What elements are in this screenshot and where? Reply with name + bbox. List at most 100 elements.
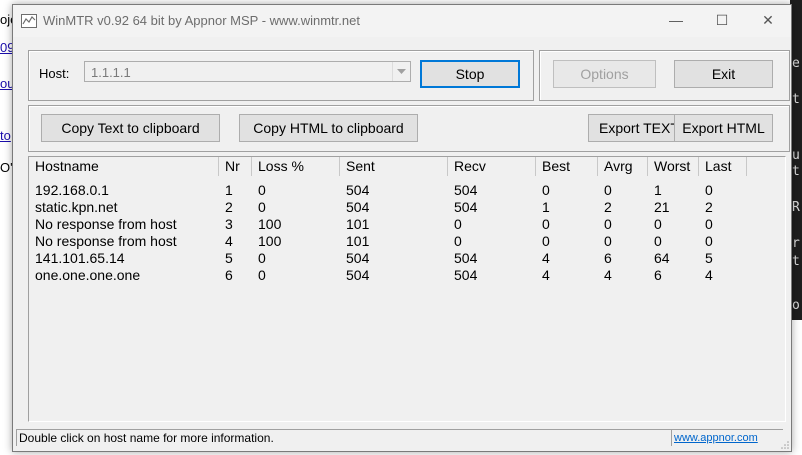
table-row[interactable]: one.one.one.one 6 0 504 504 4 4 6 4 [29, 267, 785, 284]
export-group: Copy Text to clipboard Copy HTML to clip… [28, 105, 790, 152]
column-header-loss[interactable]: Loss % [252, 157, 340, 176]
cell-hostname: No response from host [35, 233, 177, 249]
cell-worst: 0 [654, 216, 662, 232]
maximize-button[interactable]: ☐ [699, 5, 745, 35]
cell-avrg: 2 [604, 199, 612, 215]
cell-recv: 504 [454, 199, 478, 215]
cell-hostname: one.one.one.one [35, 267, 141, 283]
results-table[interactable]: Hostname Nr Loss % Sent Recv Best Avrg W… [28, 156, 786, 422]
table-row[interactable]: No response from host 3 100 101 0 0 0 0 … [29, 216, 785, 233]
winmtr-app-icon [21, 14, 37, 28]
close-button[interactable]: ✕ [745, 5, 791, 35]
column-header-avrg[interactable]: Avrg [598, 157, 648, 176]
cell-sent: 101 [346, 233, 370, 249]
cell-recv: 0 [454, 233, 462, 249]
bg-terminal-fragment: t [792, 92, 800, 107]
cell-hostname: static.kpn.net [35, 199, 118, 215]
bg-terminal-fragment: R [792, 200, 800, 215]
cell-avrg: 6 [604, 250, 612, 266]
bg-terminal-fragment: r [792, 236, 800, 251]
cell-best: 4 [542, 267, 550, 283]
cell-recv: 0 [454, 216, 462, 232]
cell-nr: 4 [225, 233, 233, 249]
cell-recv: 504 [454, 250, 478, 266]
cell-nr: 6 [225, 267, 233, 283]
copy-html-button[interactable]: Copy HTML to clipboard [239, 114, 418, 142]
status-text: Double click on host name for more infor… [16, 429, 672, 446]
column-header-recv[interactable]: Recv [448, 157, 536, 176]
cell-last: 0 [705, 182, 713, 198]
cell-loss: 100 [258, 233, 282, 249]
table-row[interactable]: No response from host 4 100 101 0 0 0 0 … [29, 233, 785, 250]
cell-hostname: 141.101.65.14 [35, 250, 125, 266]
cell-last: 0 [705, 233, 713, 249]
close-icon: ✕ [762, 11, 774, 28]
minimize-icon: — [669, 12, 683, 28]
cell-worst: 64 [654, 250, 670, 266]
cell-best: 0 [542, 182, 550, 198]
bg-link-fragment[interactable]: to [0, 128, 11, 143]
resize-grip-icon[interactable] [781, 441, 789, 449]
column-header-best[interactable]: Best [536, 157, 598, 176]
bg-fragment: O' [0, 160, 13, 175]
cell-sent: 504 [346, 199, 370, 215]
cell-hostname: 192.168.0.1 [35, 182, 109, 198]
cell-last: 5 [705, 250, 713, 266]
cell-best: 1 [542, 199, 550, 215]
cell-avrg: 0 [604, 216, 612, 232]
copy-text-button[interactable]: Copy Text to clipboard [41, 114, 220, 142]
table-row[interactable]: 141.101.65.14 5 0 504 504 4 6 64 5 [29, 250, 785, 267]
cell-last: 4 [705, 267, 713, 283]
cell-nr: 5 [225, 250, 233, 266]
cell-hostname: No response from host [35, 216, 177, 232]
options-group: Options Exit [539, 50, 790, 101]
table-row[interactable]: static.kpn.net 2 0 504 504 1 2 21 2 [29, 199, 785, 216]
bg-terminal-fragment: o [792, 298, 800, 313]
cell-loss: 0 [258, 182, 266, 198]
column-header-last[interactable]: Last [699, 157, 747, 176]
exit-button[interactable]: Exit [674, 60, 773, 88]
cell-loss: 0 [258, 199, 266, 215]
cell-sent: 504 [346, 182, 370, 198]
cell-sent: 101 [346, 216, 370, 232]
cell-sent: 504 [346, 267, 370, 283]
options-button[interactable]: Options [553, 60, 656, 88]
export-html-button[interactable]: Export HTML [674, 114, 773, 142]
cell-recv: 504 [454, 182, 478, 198]
bg-terminal-fragment: u [792, 148, 800, 163]
host-group: Host: 1.1.1.1 Stop [28, 50, 534, 101]
maximize-icon: ☐ [715, 11, 729, 28]
cell-sent: 504 [346, 250, 370, 266]
column-header-worst[interactable]: Worst [648, 157, 699, 176]
column-header-nr[interactable]: Nr [219, 157, 252, 176]
winmtr-window: WinMTR v0.92 64 bit by Appnor MSP - www.… [12, 4, 792, 452]
host-label: Host: [39, 66, 70, 81]
cell-worst: 6 [654, 267, 662, 283]
title-bar[interactable]: WinMTR v0.92 64 bit by Appnor MSP - www.… [13, 5, 791, 37]
cell-recv: 504 [454, 267, 478, 283]
host-value: 1.1.1.1 [91, 65, 131, 80]
window-title: WinMTR v0.92 64 bit by Appnor MSP - www.… [43, 13, 360, 28]
cell-best: 0 [542, 233, 550, 249]
cell-loss: 0 [258, 267, 266, 283]
cell-worst: 21 [654, 199, 670, 215]
cell-best: 0 [542, 216, 550, 232]
cell-nr: 1 [225, 182, 233, 198]
table-header: Hostname Nr Loss % Sent Recv Best Avrg W… [29, 157, 785, 176]
column-header-sent[interactable]: Sent [340, 157, 448, 176]
cell-avrg: 4 [604, 267, 612, 283]
export-text-button[interactable]: Export TEXT [588, 114, 684, 142]
cell-last: 0 [705, 216, 713, 232]
table-row[interactable]: 192.168.0.1 1 0 504 504 0 0 1 0 [29, 182, 785, 199]
dropdown-arrow-icon[interactable] [392, 62, 410, 81]
minimize-button[interactable]: — [653, 5, 699, 35]
column-header-hostname[interactable]: Hostname [29, 157, 219, 176]
bg-terminal-fragment: t [792, 164, 800, 179]
cell-nr: 3 [225, 216, 233, 232]
stop-button[interactable]: Stop [420, 60, 520, 88]
host-combobox[interactable]: 1.1.1.1 [84, 61, 411, 82]
cell-loss: 100 [258, 216, 282, 232]
cell-avrg: 0 [604, 182, 612, 198]
cell-best: 4 [542, 250, 550, 266]
appnor-link[interactable]: www.appnor.com [671, 429, 783, 446]
